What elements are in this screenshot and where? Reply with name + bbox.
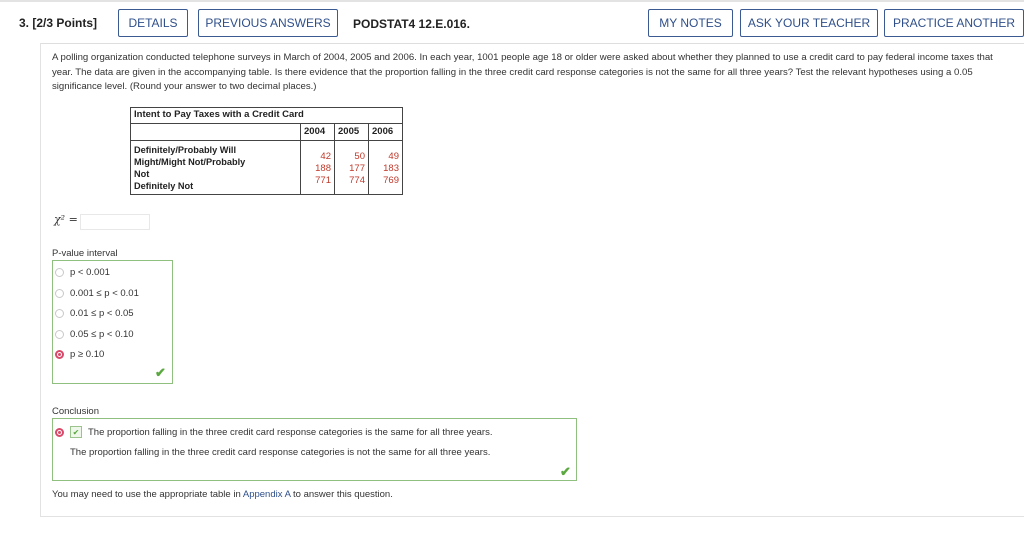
table-cell: 49 [388,151,399,162]
table-rule [131,140,402,141]
pvalue-option[interactable]: 0.001 ≤ p < 0.01 [55,288,139,299]
chi-square-input[interactable] [80,214,150,230]
pvalue-option-selected[interactable]: p ≥ 0.10 [55,349,104,360]
practice-another-button[interactable]: PRACTICE ANOTHER [884,9,1024,37]
content-left-border [40,43,41,517]
correct-mark-icon: ✔ [70,426,82,438]
table-cell: 188 [315,163,331,174]
table-row-label: Definitely Not [134,181,194,191]
radio-button[interactable] [55,448,64,457]
table-cell: 177 [349,163,365,174]
question-code: PODSTAT4 12.E.016. [353,17,470,31]
data-table: Intent to Pay Taxes with a Credit Card 2… [130,107,403,195]
details-button[interactable]: DETAILS [118,9,188,37]
conclusion-option-label: The proportion falling in the three cred… [70,447,491,458]
radio-button[interactable] [55,309,64,318]
table-cell: 769 [383,175,399,186]
table-header-year: 2006 [372,126,394,137]
table-row-label: Not [134,169,150,179]
correct-check-icon: ✔ [560,464,571,479]
content-bottom-border [40,516,1024,517]
table-cell: 774 [349,175,365,186]
radio-button-selected[interactable] [55,350,64,359]
question-text: A polling organization conducted telepho… [52,52,993,92]
appendix-link[interactable]: Appendix A [243,489,291,500]
previous-answers-button[interactable]: PREVIOUS ANSWERS [198,9,338,37]
pvalue-option[interactable]: 0.01 ≤ p < 0.05 [55,308,134,319]
table-header-year: 2004 [304,126,326,137]
table-cell: 42 [320,151,331,162]
pvalue-option-label: 0.01 ≤ p < 0.05 [70,308,134,319]
pvalue-option-label: 0.05 ≤ p < 0.10 [70,329,134,340]
table-header-year: 2005 [338,126,360,137]
table-rule [131,123,402,124]
table-row-label: Might/Might Not/Probably [134,157,246,167]
conclusion-label: Conclusion [52,406,99,417]
pvalue-option[interactable]: p < 0.001 [55,267,110,278]
table-column-rule [300,123,301,194]
table-column-rule [368,123,369,194]
table-cell: 771 [315,175,331,186]
radio-button-selected[interactable] [55,427,64,437]
question-number: 3. [19,16,30,30]
points-label: [2/3 Points] [32,16,98,30]
pvalue-option-label: p < 0.001 [70,267,110,278]
table-title: Intent to Pay Taxes with a Credit Card [134,109,304,120]
table-column-rule [334,123,335,194]
radio-button[interactable] [55,268,64,277]
footer-text: You may need to use the appropriate tabl… [52,489,243,500]
footer-text-end: to answer this question. [290,489,393,500]
conclusion-answer-box: ✔ The proportion falling in the three cr… [52,418,577,481]
top-border [0,0,1024,2]
pvalue-option-label: p ≥ 0.10 [70,349,105,360]
conclusion-option[interactable]: The proportion falling in the three cred… [55,447,490,458]
question-header: 3. [2/3 Points] [19,16,97,30]
radio-button[interactable] [55,330,64,339]
my-notes-button[interactable]: MY NOTES [648,9,733,37]
ask-your-teacher-button[interactable]: ASK YOUR TEACHER [740,9,878,37]
radio-button[interactable] [55,289,64,298]
footer-note: You may need to use the appropriate tabl… [52,489,393,500]
pvalue-label: P-value interval [52,248,118,259]
table-cell: 50 [354,151,365,162]
pvalue-option-label: 0.001 ≤ p < 0.01 [70,288,139,299]
conclusion-option-label: The proportion falling in the three cred… [88,426,493,438]
correct-check-icon: ✔ [155,365,166,380]
conclusion-option-selected[interactable]: ✔ The proportion falling in the three cr… [55,426,493,438]
header-divider [40,43,1024,44]
table-cell: 183 [383,163,399,174]
pvalue-answer-box: p < 0.001 0.001 ≤ p < 0.01 0.01 ≤ p < 0.… [52,260,173,384]
chi-square-label: χ² = [54,213,78,226]
pvalue-option[interactable]: 0.05 ≤ p < 0.10 [55,329,134,340]
table-row-label: Definitely/Probably Will [134,145,237,155]
